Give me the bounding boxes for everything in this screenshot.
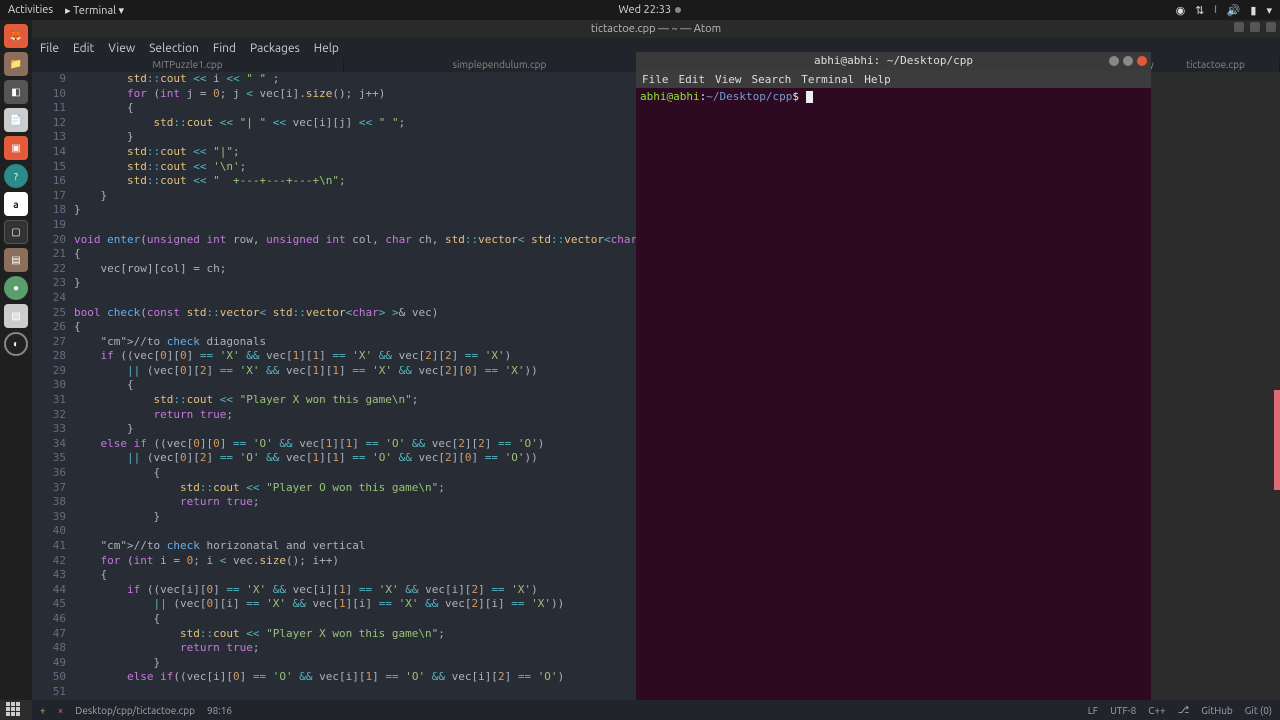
recording-icon [675,7,681,13]
menu-selection[interactable]: Selection [149,42,199,55]
term-menu-help[interactable]: Help [864,73,891,86]
add-icon[interactable]: + [40,705,46,716]
prompt-user: abhi@abhi [640,90,700,103]
menu-file[interactable]: File [40,42,59,55]
app3-icon[interactable]: ▤ [4,248,28,272]
menu-help[interactable]: Help [314,42,339,55]
terminal-title-text: abhi@abhi: ~/Desktop/cpp [814,54,973,67]
scrollbar-thumb[interactable] [1274,390,1280,490]
activities-button[interactable]: Activities [8,4,53,17]
menu-find[interactable]: Find [213,42,236,55]
volume-icon[interactable]: 🔊 [1227,4,1241,17]
atom-titlebar: tictactoe.cpp — ~ — Atom [32,20,1280,38]
tab-pendulum[interactable]: simplependulum.cpp [344,58,656,72]
terminal-menubar: File Edit View Search Terminal Help [636,70,1151,88]
editor-pane[interactable]: 9101112131415161718192021222324252627282… [32,72,636,700]
apps-grid-icon[interactable] [6,702,22,718]
gnome-topbar: Activities ▸ Terminal ▾ Wed 22:33 ◉ ⇅ ⧙ … [0,0,1280,20]
status-github[interactable]: GitHub [1201,705,1233,716]
term-maximize-icon[interactable] [1123,56,1133,66]
menu-packages[interactable]: Packages [250,42,300,55]
github-icon[interactable]: ⎇ [1178,704,1190,716]
term-menu-file[interactable]: File [642,73,669,86]
code-area[interactable]: std::cout << i << " " ; for (int j = 0; … [70,72,636,700]
cursor-icon [806,91,813,103]
battery-icon[interactable]: ▮ [1250,4,1256,17]
prompt-path: ~/Desktop/cpp [706,90,792,103]
status-path[interactable]: Desktop/cpp/tictactoe.cpp [75,705,195,716]
tab-mitpuzzle[interactable]: MITPuzzle1.cpp [32,58,344,72]
doc-icon[interactable]: 📄 [4,108,28,132]
atom-statusbar: + × Desktop/cpp/tictactoe.cpp 98:16 LF U… [32,700,1280,720]
app-icon[interactable]: ◧ [4,80,28,104]
status-encoding[interactable]: UTF-8 [1110,705,1136,716]
terminal-body[interactable]: abhi@abhi:~/Desktop/cpp$ [636,88,1151,105]
network-icon[interactable]: ⇅ [1195,4,1204,17]
status-position[interactable]: 98:16 [207,705,232,716]
power-menu[interactable]: ▾ [1266,4,1272,17]
files-icon[interactable]: 📁 [4,52,28,76]
wifi-icon[interactable]: ⧙ [1214,4,1216,17]
term-menu-terminal[interactable]: Terminal [801,73,854,86]
menu-edit[interactable]: Edit [73,42,94,55]
tab-tictactoe[interactable]: tictactoe.cpp [1152,58,1280,72]
term-minimize-icon[interactable] [1109,56,1119,66]
status-lang[interactable]: C++ [1148,705,1165,716]
amazon-icon[interactable]: a [4,192,28,216]
terminal-icon[interactable]: ▢ [4,220,28,244]
screencast-icon[interactable]: ◉ [1176,4,1186,17]
minimize-icon[interactable] [1234,22,1244,32]
term-menu-view[interactable]: View [715,73,742,86]
firefox-icon[interactable]: 🦊 [4,24,28,48]
help-icon[interactable]: ? [4,164,28,188]
line-gutter: 9101112131415161718192021222324252627282… [32,72,70,700]
dock: 🦊 📁 ◧ 📄 ▣ ? a ▢ ▤ ● ▧ ◐ [0,20,32,700]
app4-icon[interactable]: ● [4,276,28,300]
atom-title-text: tictactoe.cpp — ~ — Atom [591,23,721,35]
terminal-titlebar: abhi@abhi: ~/Desktop/cpp [636,52,1151,70]
close-panel-icon[interactable]: × [58,705,64,716]
term-menu-edit[interactable]: Edit [679,73,706,86]
close-icon[interactable] [1266,22,1276,32]
status-git[interactable]: Git (0) [1245,705,1272,716]
terminal-window: abhi@abhi: ~/Desktop/cpp File Edit View … [636,52,1151,700]
app5-icon[interactable]: ▧ [4,304,28,328]
term-menu-search[interactable]: Search [752,73,792,86]
maximize-icon[interactable] [1250,22,1260,32]
status-lf[interactable]: LF [1088,705,1098,716]
term-close-icon[interactable] [1137,56,1147,66]
obs-icon[interactable]: ◐ [4,332,28,356]
clock[interactable]: Wed 22:33 [619,4,672,16]
menu-view[interactable]: View [108,42,135,55]
terminal-menu[interactable]: ▸ Terminal ▾ [65,4,124,17]
app2-icon[interactable]: ▣ [4,136,28,160]
